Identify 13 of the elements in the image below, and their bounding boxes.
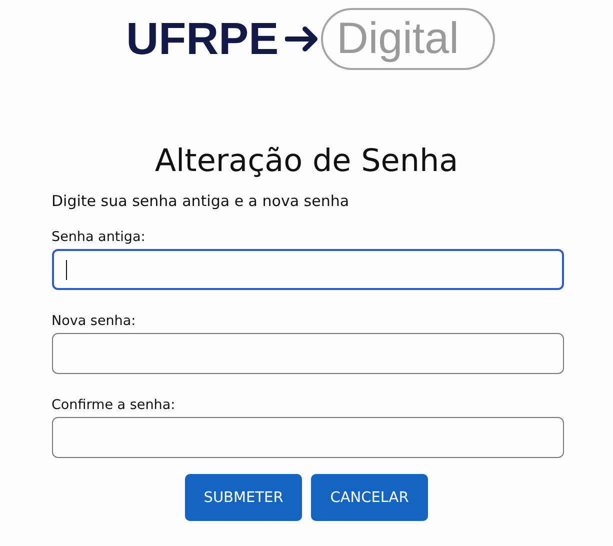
page-title: Alteração de Senha (154, 142, 458, 181)
field-label: Nova senha: (52, 312, 137, 330)
cancel-button[interactable]: CANCELAR (311, 474, 428, 521)
password-field[interactable] (52, 249, 564, 290)
logo-text: UFRPE (126, 13, 279, 65)
logo-text: Digital (320, 8, 495, 70)
password-field[interactable] (52, 417, 564, 458)
submit-button[interactable]: SUBMETER (185, 474, 302, 521)
field-label: Confirme a senha: (52, 396, 176, 414)
field-label: Senha antiga: (52, 228, 146, 246)
text-cursor (66, 260, 67, 280)
instructions-text: Digite sua senha antiga e a nova senha (52, 191, 350, 211)
password-field[interactable] (52, 333, 564, 374)
